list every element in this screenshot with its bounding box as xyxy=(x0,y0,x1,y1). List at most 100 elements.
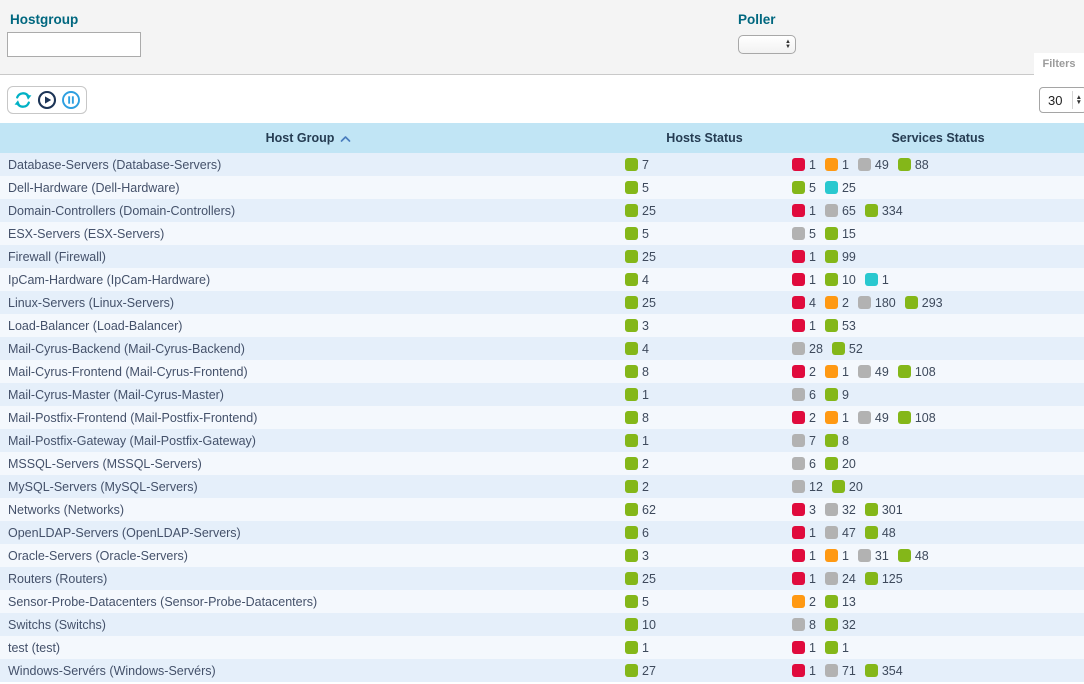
status-count-ok[interactable]: 5 xyxy=(792,181,816,195)
status-count-unknown[interactable]: 12 xyxy=(792,480,823,494)
status-count-ok[interactable]: 13 xyxy=(825,595,856,609)
status-count-ok[interactable]: 10 xyxy=(625,618,656,632)
status-count-unknown[interactable]: 71 xyxy=(825,664,856,678)
status-count-unknown[interactable]: 49 xyxy=(858,365,889,379)
table-row[interactable]: Mail-Cyrus-Backend (Mail-Cyrus-Backend)4… xyxy=(0,337,1084,360)
table-row[interactable]: Load-Balancer (Load-Balancer)3153 xyxy=(0,314,1084,337)
table-row[interactable]: Mail-Cyrus-Frontend (Mail-Cyrus-Frontend… xyxy=(0,360,1084,383)
status-count-ok[interactable]: 32 xyxy=(825,618,856,632)
poller-select[interactable]: ▲▼ xyxy=(738,35,796,54)
status-count-ok[interactable]: 48 xyxy=(898,549,929,563)
refresh-button[interactable] xyxy=(12,89,34,111)
status-count-critical[interactable]: 2 xyxy=(792,411,816,425)
status-count-unknown[interactable]: 49 xyxy=(858,158,889,172)
status-count-warning[interactable]: 1 xyxy=(825,411,849,425)
status-count-ok[interactable]: 8 xyxy=(625,365,649,379)
status-count-ok[interactable]: 125 xyxy=(865,572,903,586)
status-count-unknown[interactable]: 7 xyxy=(792,434,816,448)
status-count-unknown[interactable]: 32 xyxy=(825,503,856,517)
status-count-ok[interactable]: 5 xyxy=(625,595,649,609)
table-row[interactable]: ESX-Servers (ESX-Servers)5515 xyxy=(0,222,1084,245)
status-count-ok[interactable]: 5 xyxy=(625,181,649,195)
status-count-critical[interactable]: 3 xyxy=(792,503,816,517)
pause-button[interactable] xyxy=(60,89,82,111)
status-count-critical[interactable]: 4 xyxy=(792,296,816,310)
status-count-ok[interactable]: 1 xyxy=(625,434,649,448)
status-count-critical[interactable]: 1 xyxy=(792,319,816,333)
status-count-pending[interactable]: 25 xyxy=(825,181,856,195)
table-row[interactable]: Mail-Cyrus-Master (Mail-Cyrus-Master)169 xyxy=(0,383,1084,406)
status-count-critical[interactable]: 1 xyxy=(792,549,816,563)
status-count-ok[interactable]: 7 xyxy=(625,158,649,172)
status-count-critical[interactable]: 2 xyxy=(792,365,816,379)
status-count-ok[interactable]: 52 xyxy=(832,342,863,356)
table-row[interactable]: IpCam-Hardware (IpCam-Hardware)41101 xyxy=(0,268,1084,291)
status-count-ok[interactable]: 27 xyxy=(625,664,656,678)
table-row[interactable]: Switchs (Switchs)10832 xyxy=(0,613,1084,636)
table-row[interactable]: Database-Servers (Database-Servers)71149… xyxy=(0,153,1084,176)
status-count-unknown[interactable]: 49 xyxy=(858,411,889,425)
status-count-ok[interactable]: 48 xyxy=(865,526,896,540)
table-row[interactable]: MySQL-Servers (MySQL-Servers)21220 xyxy=(0,475,1084,498)
status-count-ok[interactable]: 1 xyxy=(625,641,649,655)
status-count-ok[interactable]: 108 xyxy=(898,365,936,379)
status-count-ok[interactable]: 62 xyxy=(625,503,656,517)
status-count-critical[interactable]: 1 xyxy=(792,664,816,678)
status-count-ok[interactable]: 1 xyxy=(825,641,849,655)
status-count-ok[interactable]: 2 xyxy=(625,457,649,471)
status-count-unknown[interactable]: 24 xyxy=(825,572,856,586)
status-count-critical[interactable]: 1 xyxy=(792,572,816,586)
status-count-ok[interactable]: 20 xyxy=(832,480,863,494)
table-row[interactable]: test (test)111 xyxy=(0,636,1084,659)
status-count-ok[interactable]: 1 xyxy=(625,388,649,402)
status-count-ok[interactable]: 334 xyxy=(865,204,903,218)
status-count-ok[interactable]: 6 xyxy=(625,526,649,540)
status-count-unknown[interactable]: 31 xyxy=(858,549,889,563)
status-count-unknown[interactable]: 47 xyxy=(825,526,856,540)
status-count-ok[interactable]: 9 xyxy=(825,388,849,402)
page-size-select[interactable]: 30 ▲▼ xyxy=(1039,87,1084,113)
status-count-warning[interactable]: 1 xyxy=(825,365,849,379)
table-row[interactable]: Mail-Postfix-Frontend (Mail-Postfix-Fron… xyxy=(0,406,1084,429)
status-count-critical[interactable]: 1 xyxy=(792,158,816,172)
status-count-ok[interactable]: 20 xyxy=(825,457,856,471)
column-header-hosts-status[interactable]: Hosts Status xyxy=(617,131,792,145)
table-row[interactable]: Windows-Servérs (Windows-Servérs)2717135… xyxy=(0,659,1084,682)
table-row[interactable]: OpenLDAP-Servers (OpenLDAP-Servers)61474… xyxy=(0,521,1084,544)
status-count-critical[interactable]: 1 xyxy=(792,204,816,218)
status-count-ok[interactable]: 25 xyxy=(625,572,656,586)
status-count-ok[interactable]: 5 xyxy=(625,227,649,241)
status-count-ok[interactable]: 301 xyxy=(865,503,903,517)
status-count-critical[interactable]: 1 xyxy=(792,273,816,287)
status-count-ok[interactable]: 293 xyxy=(905,296,943,310)
play-button[interactable] xyxy=(36,89,58,111)
table-row[interactable]: Routers (Routers)25124125 xyxy=(0,567,1084,590)
status-count-ok[interactable]: 25 xyxy=(625,204,656,218)
status-count-critical[interactable]: 1 xyxy=(792,250,816,264)
status-count-critical[interactable]: 1 xyxy=(792,526,816,540)
status-count-warning[interactable]: 2 xyxy=(825,296,849,310)
status-count-ok[interactable]: 88 xyxy=(898,158,929,172)
status-count-ok[interactable]: 15 xyxy=(825,227,856,241)
status-count-unknown[interactable]: 180 xyxy=(858,296,896,310)
status-count-pending[interactable]: 1 xyxy=(865,273,889,287)
status-count-warning[interactable]: 1 xyxy=(825,158,849,172)
status-count-warning[interactable]: 2 xyxy=(792,595,816,609)
status-count-warning[interactable]: 1 xyxy=(825,549,849,563)
table-row[interactable]: Linux-Servers (Linux-Servers)2542180293 xyxy=(0,291,1084,314)
status-count-ok[interactable]: 3 xyxy=(625,549,649,563)
table-row[interactable]: Networks (Networks)62332301 xyxy=(0,498,1084,521)
status-count-unknown[interactable]: 65 xyxy=(825,204,856,218)
status-count-ok[interactable]: 4 xyxy=(625,273,649,287)
table-row[interactable]: MSSQL-Servers (MSSQL-Servers)2620 xyxy=(0,452,1084,475)
status-count-ok[interactable]: 8 xyxy=(825,434,849,448)
table-row[interactable]: Firewall (Firewall)25199 xyxy=(0,245,1084,268)
status-count-ok[interactable]: 53 xyxy=(825,319,856,333)
status-count-ok[interactable]: 25 xyxy=(625,296,656,310)
hostgroup-input[interactable] xyxy=(7,32,141,57)
status-count-unknown[interactable]: 28 xyxy=(792,342,823,356)
table-row[interactable]: Dell-Hardware (Dell-Hardware)5525 xyxy=(0,176,1084,199)
table-row[interactable]: Domain-Controllers (Domain-Controllers)2… xyxy=(0,199,1084,222)
status-count-ok[interactable]: 108 xyxy=(898,411,936,425)
status-count-ok[interactable]: 8 xyxy=(625,411,649,425)
